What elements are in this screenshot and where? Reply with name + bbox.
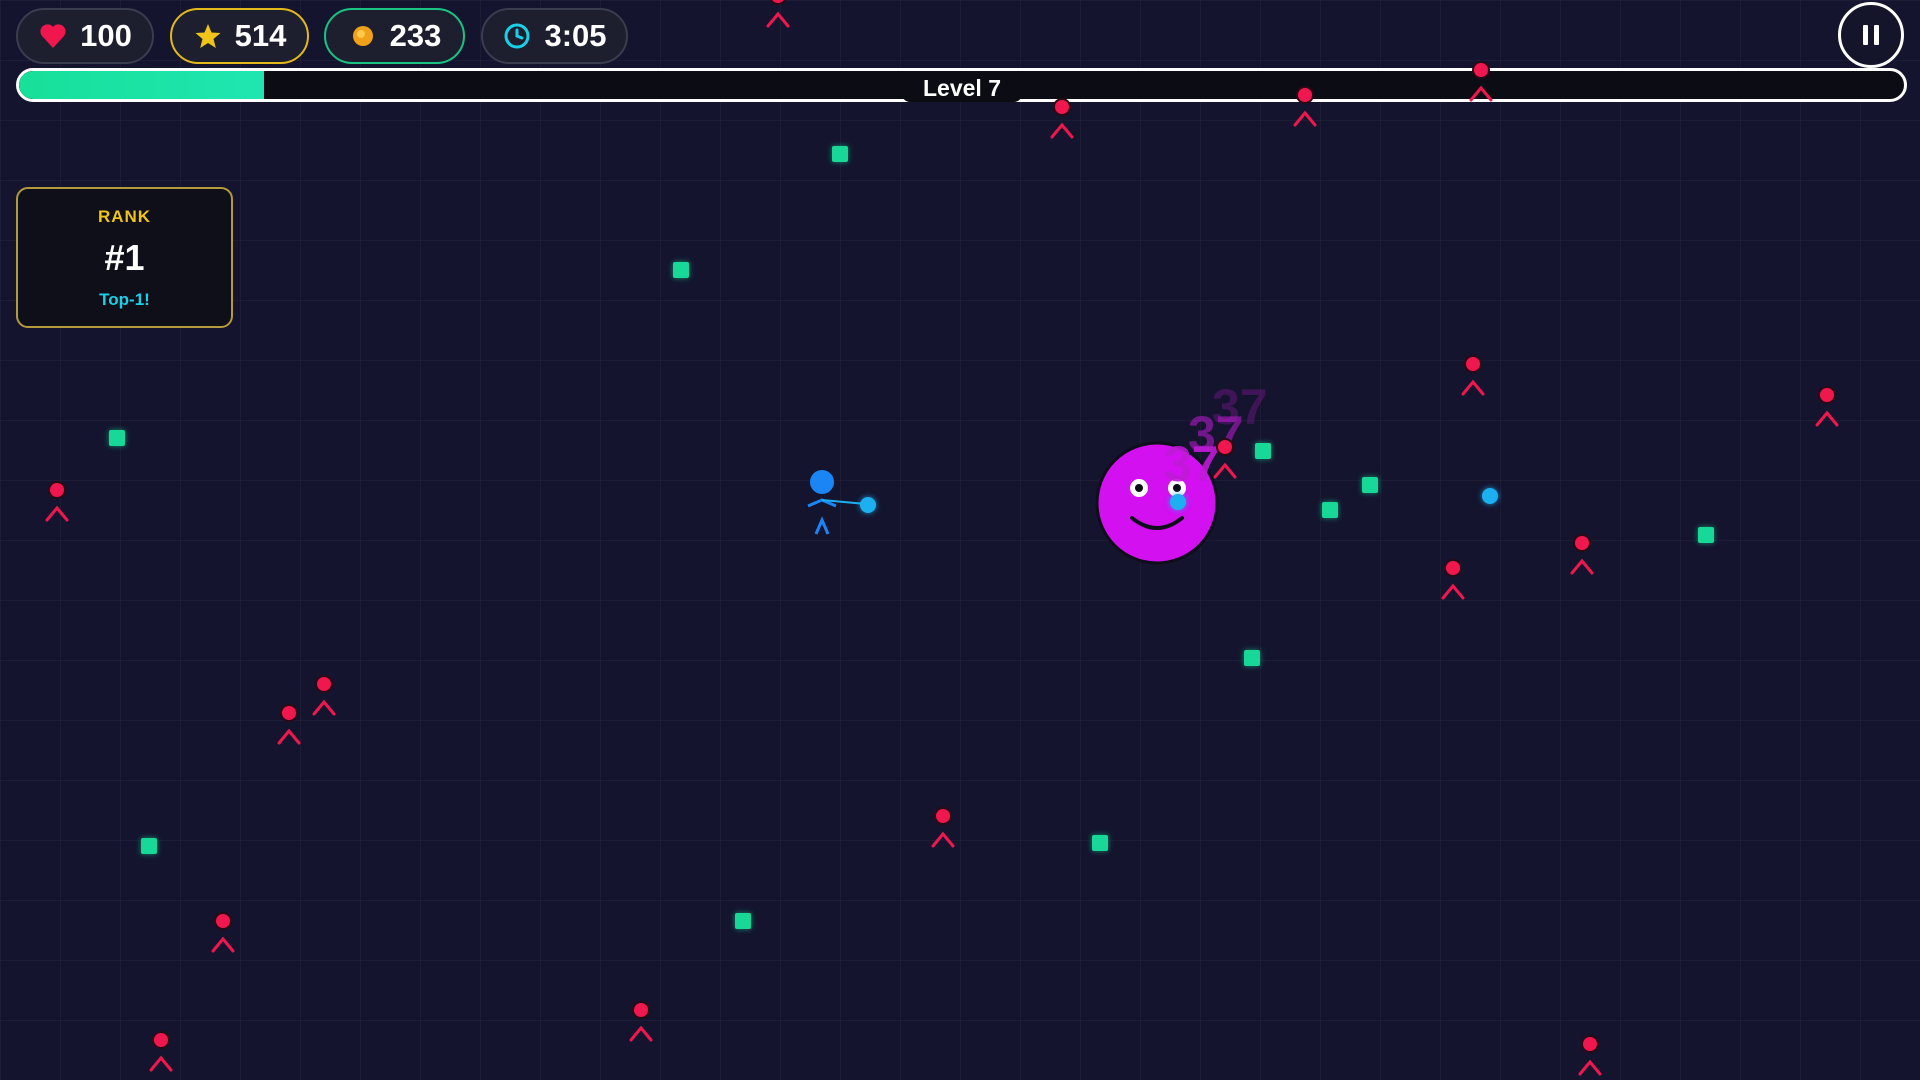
xp-gem — [1244, 650, 1260, 666]
level-label: Level 7 — [902, 74, 1022, 102]
xp-gem — [832, 146, 848, 162]
level-progress-fill — [19, 71, 265, 99]
xp-gem — [1092, 835, 1108, 851]
rank-value: #1 — [104, 237, 145, 278]
enemy-stickman — [1290, 85, 1320, 129]
pause-icon — [1863, 25, 1879, 45]
xp-gem — [141, 838, 157, 854]
clock-icon — [502, 21, 532, 51]
timer-value: 3:05 — [544, 18, 607, 53]
coins-value: 233 — [389, 18, 442, 53]
enemy-stickman — [1567, 533, 1597, 577]
xp-gem — [735, 913, 751, 929]
xp-gem — [1255, 443, 1271, 459]
energy-orb — [860, 497, 876, 513]
rank-subtitle: Top-1! — [99, 290, 150, 309]
xp-gem — [109, 430, 125, 446]
health-value: 100 — [80, 18, 132, 53]
game-stage[interactable]: 100 514 233 3:05 Level 7 RANK #1 Top-1! — [0, 0, 1920, 1080]
enemy-stickman — [208, 911, 238, 955]
score-display: 514 — [170, 8, 309, 64]
rank-title: RANK — [97, 207, 152, 226]
enemy-stickman — [1047, 97, 1077, 141]
enemy-stickman — [1812, 385, 1842, 429]
enemy-stickman — [1458, 354, 1488, 398]
enemy-stickman — [1575, 1034, 1605, 1078]
pause-button[interactable] — [1838, 2, 1904, 68]
enemy-stickman — [928, 806, 958, 850]
enemy-stickman — [42, 480, 72, 524]
enemy-stickman — [309, 674, 339, 718]
star-icon — [193, 21, 223, 51]
health-display: 100 — [16, 8, 154, 64]
enemy-stickman — [626, 1000, 656, 1044]
energy-orb — [1482, 488, 1498, 504]
score-value: 514 — [234, 18, 287, 53]
enemy-stickman — [1466, 60, 1496, 104]
xp-gem — [673, 262, 689, 278]
timer-display: 3:05 — [481, 8, 628, 64]
coins-display: 233 — [324, 8, 465, 64]
coin-icon — [348, 21, 378, 51]
energy-orb — [1170, 494, 1186, 510]
enemy-stickman — [763, 0, 793, 30]
enemy-stickman — [1210, 437, 1240, 481]
xp-gem — [1362, 477, 1378, 493]
enemy-stickman — [146, 1030, 176, 1074]
enemy-stickman — [1438, 558, 1468, 602]
enemy-stickman — [274, 703, 304, 747]
rank-panel: RANK #1 Top-1! — [16, 187, 233, 328]
xp-gem — [1698, 527, 1714, 543]
heart-icon — [38, 21, 68, 51]
xp-gem — [1322, 502, 1338, 518]
